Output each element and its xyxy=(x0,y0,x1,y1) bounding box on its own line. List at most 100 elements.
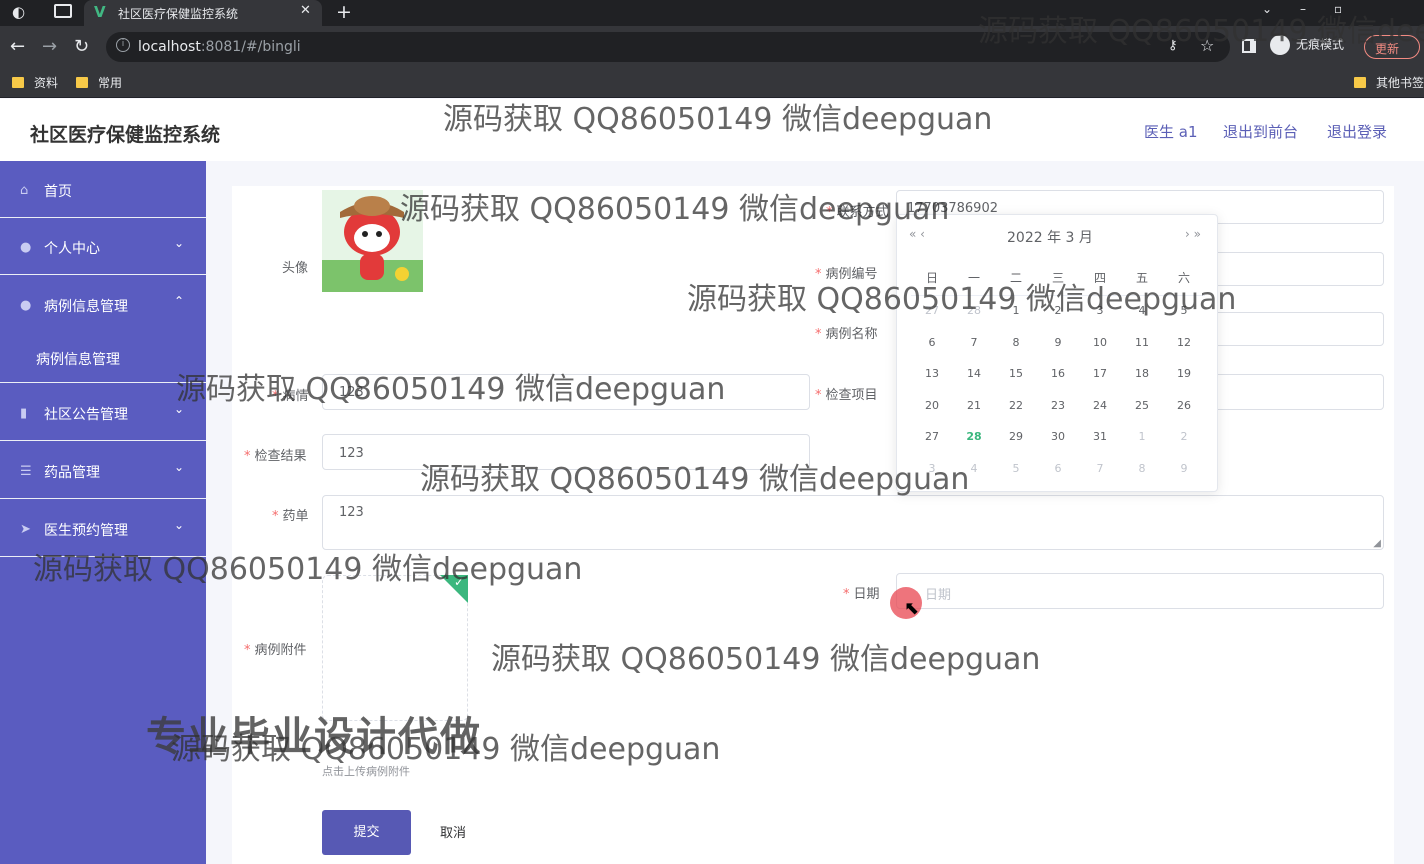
next-year-month-icon[interactable]: › » xyxy=(1185,227,1201,241)
date-cell[interactable]: 21 xyxy=(953,399,995,412)
date-cell[interactable]: 1 xyxy=(1121,430,1163,443)
date-cell[interactable]: 8 xyxy=(1121,462,1163,475)
date-cell[interactable]: 6 xyxy=(1037,462,1079,475)
new-tab-icon[interactable]: + xyxy=(336,1,352,23)
date-cell[interactable]: 22 xyxy=(995,399,1037,412)
date-cell[interactable]: 27 xyxy=(911,430,953,443)
key-icon[interactable]: ⚷ xyxy=(1168,38,1178,53)
back-icon[interactable]: ← xyxy=(10,36,25,57)
date-cell[interactable]: 26 xyxy=(1163,399,1205,412)
user-link[interactable]: 医生 a1 xyxy=(1144,121,1198,142)
date-cell[interactable]: 4 xyxy=(1121,304,1163,317)
date-cell[interactable]: 28 xyxy=(953,304,995,317)
date-cell[interactable]: 27 xyxy=(911,304,953,317)
check-item-label: * 检查项目 xyxy=(815,388,878,403)
sidebar-item-announcements[interactable]: ▮ 社区公告管理 ⌄ xyxy=(0,384,206,441)
logout-link[interactable]: 退出登录 xyxy=(1327,121,1387,142)
date-cell[interactable]: 30 xyxy=(1037,430,1079,443)
date-cell[interactable]: 3 xyxy=(911,462,953,475)
info-icon[interactable]: i xyxy=(116,38,130,52)
check-result-input[interactable]: 123 xyxy=(322,434,810,470)
bookmark-folder-common[interactable]: 常用 xyxy=(76,74,122,91)
bookmarks-bar: 资料 常用 其他书签 xyxy=(0,68,1424,98)
sidebar-item-case-management[interactable]: ● 病例信息管理 ⌃ xyxy=(0,276,206,333)
prescription-textarea[interactable]: 123 ◢ xyxy=(322,495,1384,550)
date-cell[interactable]: 7 xyxy=(1079,462,1121,475)
date-cell[interactable]: 5 xyxy=(1163,304,1205,317)
date-cell[interactable]: 9 xyxy=(1163,462,1205,475)
date-cell[interactable]: 6 xyxy=(911,336,953,349)
address-bar[interactable]: i localhost:8081/#/bingli ⚷ ☆ xyxy=(106,32,1230,62)
date-cell[interactable]: 16 xyxy=(1037,367,1079,380)
prev-year-month-icon[interactable]: « ‹ xyxy=(909,227,925,241)
case-number-label: * 病例编号 xyxy=(815,267,878,282)
forward-icon[interactable]: → xyxy=(42,36,57,57)
sidebar-item-personal-center[interactable]: ● 个人中心 ⌄ xyxy=(0,218,206,275)
browser-tab[interactable]: V 社区医疗保健监控系统 ✕ xyxy=(84,0,322,26)
date-cell[interactable]: 28 xyxy=(953,430,995,443)
sidebar-item-appointments[interactable]: ➤ 医生预约管理 ⌄ xyxy=(0,500,206,557)
date-cell[interactable]: 31 xyxy=(1079,430,1121,443)
cancel-button[interactable]: 取消 xyxy=(440,822,466,841)
browser-menu-icon[interactable]: ◐ xyxy=(12,3,25,21)
date-cell[interactable]: 3 xyxy=(1079,304,1121,317)
sidebar-item-label: 首页 xyxy=(44,184,72,200)
date-cell[interactable]: 2 xyxy=(1163,430,1205,443)
date-cell[interactable]: 17 xyxy=(1079,367,1121,380)
date-cell[interactable]: 20 xyxy=(911,399,953,412)
sidebar-subitem-case-info[interactable]: 病例信息管理 xyxy=(0,333,206,383)
weekday-label: 六 xyxy=(1177,271,1190,285)
date-cell[interactable]: 9 xyxy=(1037,336,1079,349)
tab-close-icon[interactable]: ✕ xyxy=(300,3,311,18)
date-cell[interactable]: 29 xyxy=(995,430,1037,443)
date-cell[interactable]: 10 xyxy=(1079,336,1121,349)
date-cell[interactable]: 8 xyxy=(995,336,1037,349)
bookmark-folder-materials[interactable]: 资料 xyxy=(12,74,58,91)
back-to-front-link[interactable]: 退出到前台 xyxy=(1223,121,1298,142)
submit-button[interactable]: 提交 xyxy=(322,810,411,855)
folder-icon xyxy=(12,77,24,88)
date-cell[interactable]: 4 xyxy=(953,462,995,475)
incognito-indicator[interactable]: 无痕模式 xyxy=(1270,35,1344,55)
date-picker-header: 2022 年 3 月 xyxy=(1007,230,1093,246)
weekday-label: 三 xyxy=(1051,271,1064,285)
date-label: * 日期 xyxy=(843,587,880,602)
date-cell[interactable]: 1 xyxy=(995,304,1037,317)
chevron-down-icon: ⌄ xyxy=(174,402,185,416)
date-cell[interactable]: 25 xyxy=(1121,399,1163,412)
date-cell[interactable]: 7 xyxy=(953,336,995,349)
date-cell[interactable]: 24 xyxy=(1079,399,1121,412)
date-cell[interactable]: 15 xyxy=(995,367,1037,380)
condition-input[interactable]: 123 xyxy=(322,374,810,410)
date-cell[interactable]: 18 xyxy=(1121,367,1163,380)
date-cell[interactable]: 5 xyxy=(995,462,1037,475)
folder-icon xyxy=(76,77,88,88)
resize-handle-icon[interactable]: ◢ xyxy=(1373,538,1381,549)
sidebar-item-label: 药品管理 xyxy=(44,465,100,481)
date-placeholder: 日期 xyxy=(925,588,952,603)
date-cell[interactable]: 14 xyxy=(953,367,995,380)
star-icon[interactable]: ☆ xyxy=(1200,36,1214,55)
weekday-label: 一 xyxy=(967,271,980,285)
date-cell[interactable]: 19 xyxy=(1163,367,1205,380)
sidebar-item-medicine[interactable]: ☰ 药品管理 ⌄ xyxy=(0,442,206,499)
tab-search-icon[interactable] xyxy=(54,4,72,18)
sidebar-item-label: 病例信息管理 xyxy=(44,299,128,315)
sidepanel-icon[interactable] xyxy=(1242,39,1256,53)
bookmark-folder-other[interactable]: 其他书签 xyxy=(1354,74,1424,91)
update-button[interactable]: 更新 xyxy=(1364,35,1420,59)
contact-label: * 联系方式 xyxy=(826,205,889,220)
date-input[interactable]: 日期 xyxy=(896,573,1384,609)
avatar[interactable] xyxy=(322,190,423,292)
date-cell[interactable]: 2 xyxy=(1037,304,1079,317)
reload-icon[interactable]: ↻ xyxy=(74,36,89,57)
date-cell[interactable]: 12 xyxy=(1163,336,1205,349)
home-icon: ⌂ xyxy=(20,183,29,198)
check-result-label: * 检查结果 xyxy=(244,449,307,464)
date-cell[interactable]: 11 xyxy=(1121,336,1163,349)
date-cell[interactable]: 23 xyxy=(1037,399,1079,412)
url-text: localhost:8081/#/bingli xyxy=(138,39,301,55)
date-cell[interactable]: 13 xyxy=(911,367,953,380)
sidebar-item-home[interactable]: ⌂ 首页 xyxy=(0,161,206,218)
window-controls[interactable]: ⌄–▫ xyxy=(1262,2,1370,16)
